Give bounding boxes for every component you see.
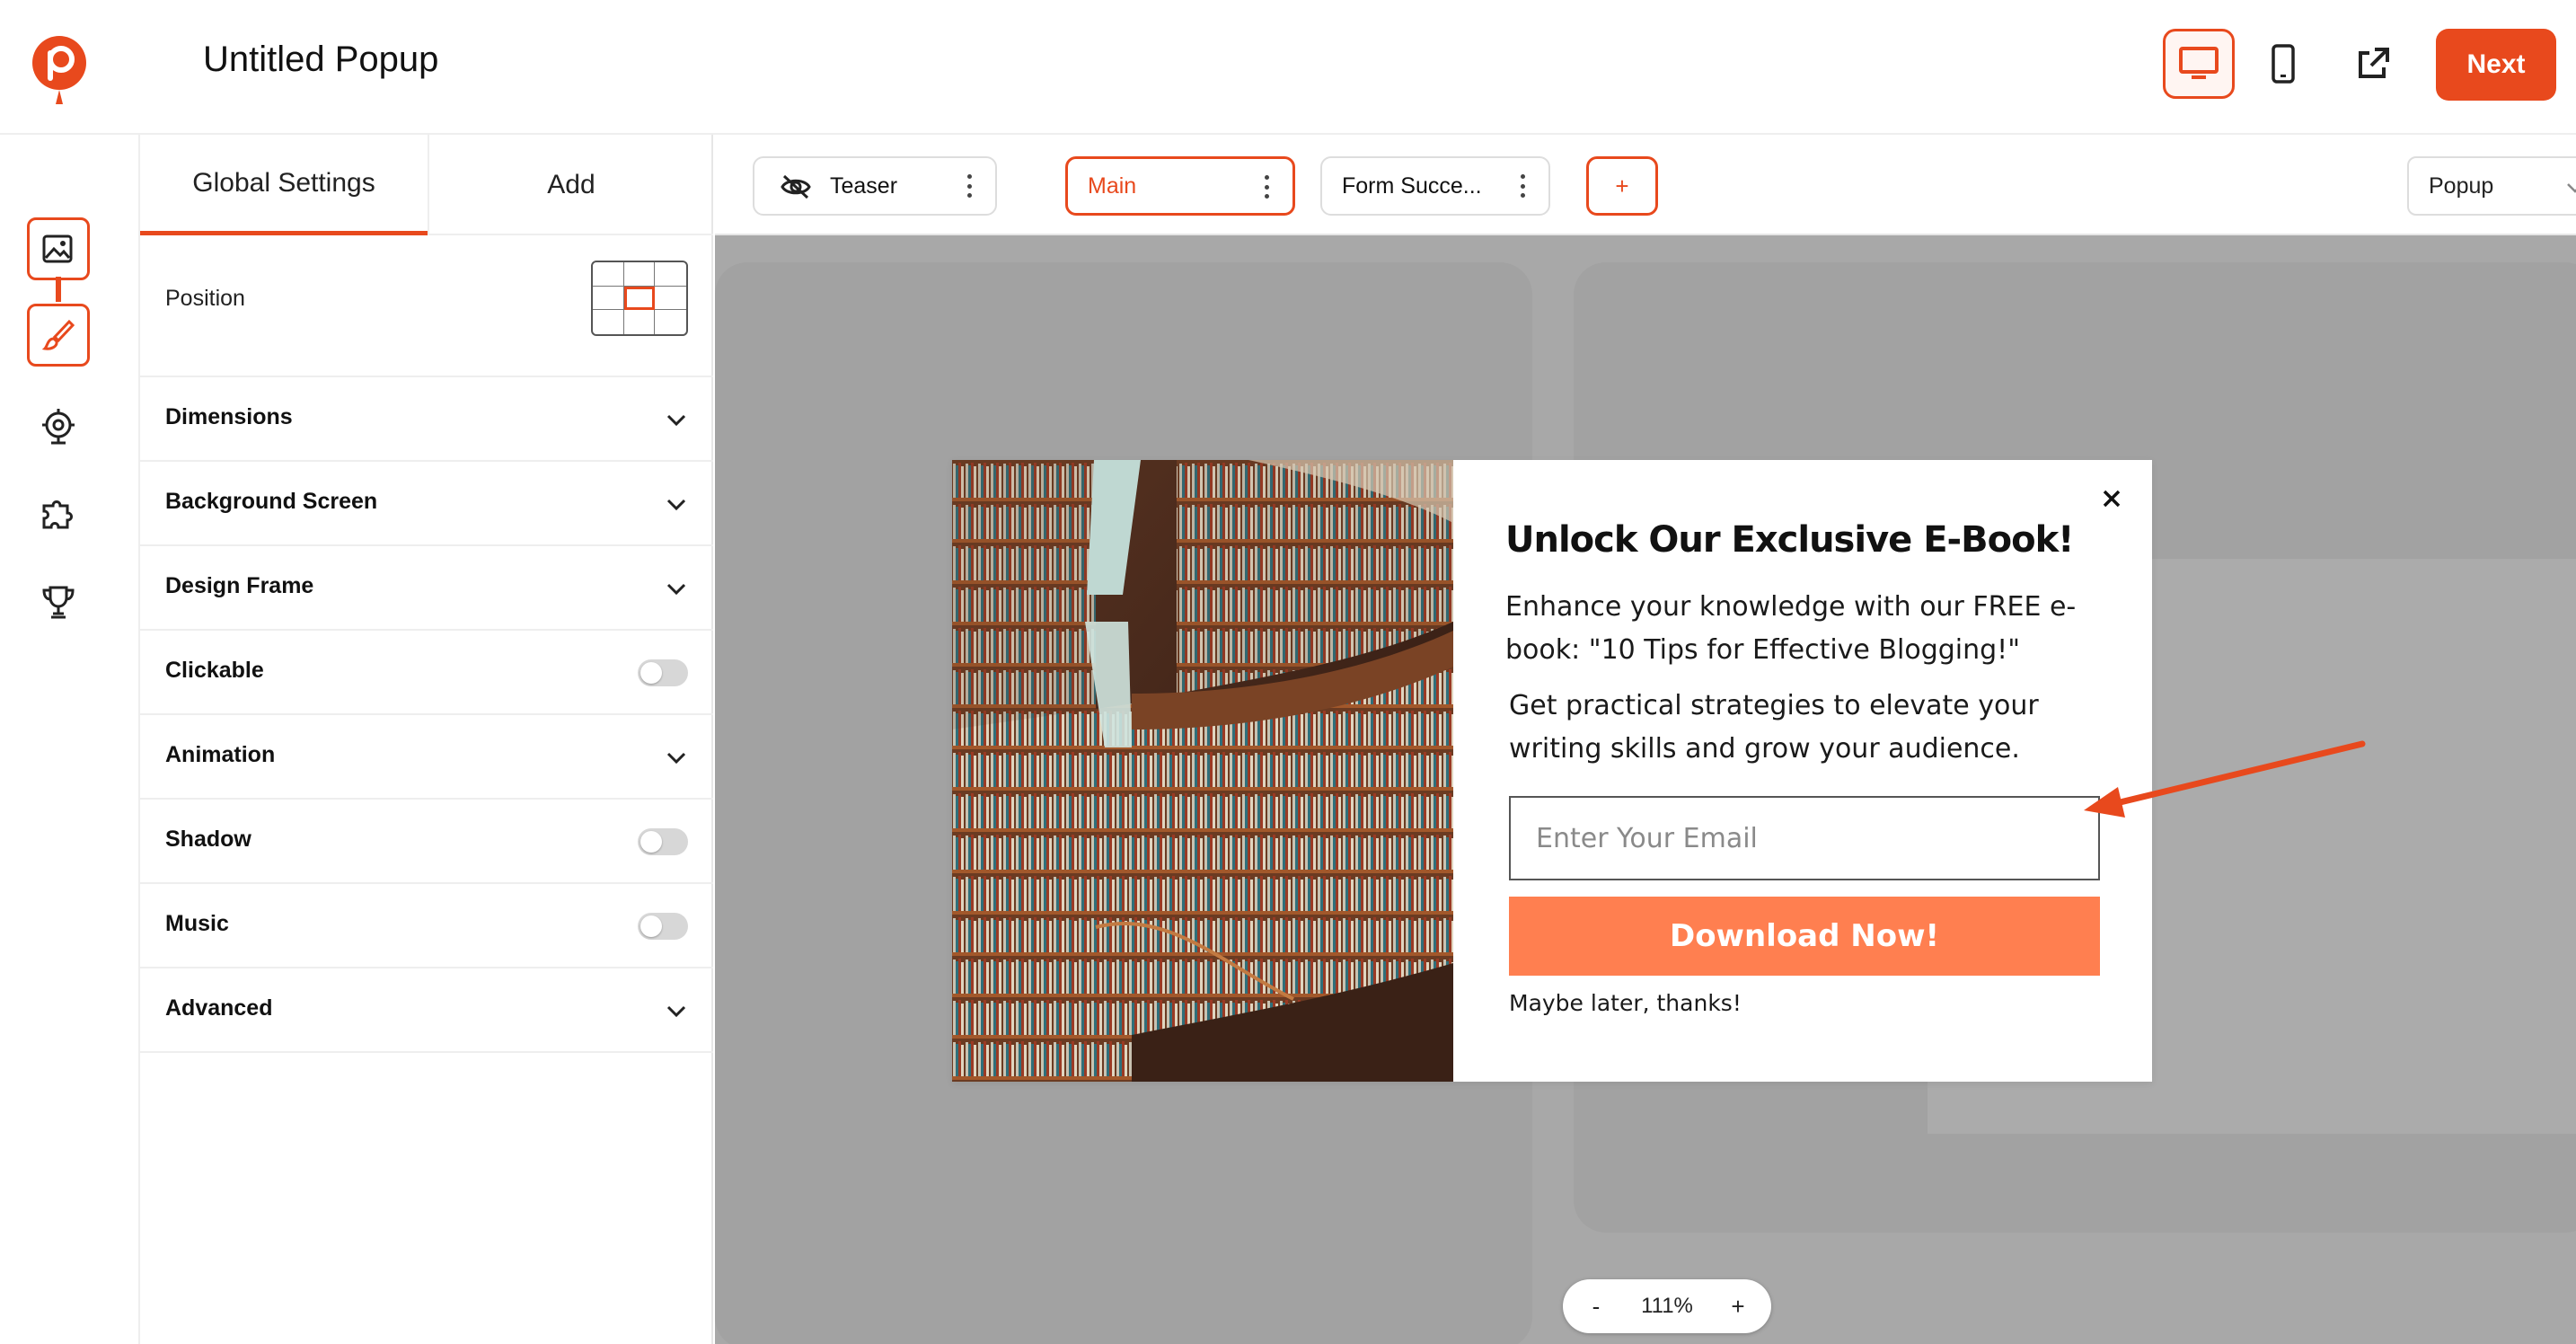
chevron-down-icon [666, 752, 686, 765]
desktop-view-button[interactable] [2163, 29, 2235, 99]
position-cell[interactable] [655, 310, 686, 334]
step-tab-teaser[interactable]: Teaser [753, 156, 997, 216]
popup-preview[interactable]: Unlock Our Exclusive E-Book! Enhance you… [952, 460, 2152, 1082]
position-cell-selected[interactable] [623, 286, 656, 311]
position-cell[interactable] [623, 262, 656, 287]
design-frame-row[interactable]: Design Frame [140, 546, 713, 631]
dimensions-label: Dimensions [165, 404, 293, 429]
external-link-icon [2359, 48, 2389, 78]
chevron-down-icon [2567, 183, 2576, 193]
advanced-label: Advanced [165, 995, 273, 1021]
chevron-down-icon [666, 583, 686, 596]
add-step-button[interactable]: + [1586, 156, 1658, 216]
step-tab-label: Main [1088, 172, 1137, 199]
clickable-row: Clickable [140, 631, 713, 715]
trophy-icon [42, 586, 75, 619]
zoom-control: - 111% + [1563, 1279, 1771, 1333]
popup-image[interactable] [952, 460, 1453, 1082]
tab-global-settings[interactable]: Global Settings [140, 135, 428, 235]
background-screen-label: Background Screen [165, 489, 378, 514]
animation-label: Animation [165, 742, 276, 767]
panel-tabs: Global Settings Add [140, 135, 713, 235]
eye-off-icon [781, 174, 811, 199]
rail-style-button[interactable] [27, 304, 90, 367]
popup-title: Unlock Our Exclusive E-Book! [1505, 519, 2074, 561]
maybe-later-link[interactable]: Maybe later, thanks! [1509, 990, 1742, 1016]
background-screen-row[interactable]: Background Screen [140, 462, 713, 546]
step-tabs-bar: Teaser Main Form Succe... + Popup [715, 135, 2576, 235]
position-grid[interactable] [591, 261, 688, 336]
position-cell[interactable] [624, 310, 656, 334]
position-label: Position [165, 286, 245, 311]
desktop-view-icon [2179, 47, 2219, 79]
image-icon [42, 234, 73, 263]
shadow-row: Shadow [140, 800, 713, 884]
popup-type-select[interactable]: Popup [2407, 156, 2576, 216]
tab-add[interactable]: Add [428, 135, 713, 235]
position-cell[interactable] [655, 262, 686, 287]
chevron-down-icon [666, 1005, 686, 1018]
clickable-toggle[interactable] [638, 659, 688, 686]
position-cell[interactable] [655, 287, 686, 311]
position-cell[interactable] [593, 310, 624, 334]
chevron-down-icon [666, 414, 686, 427]
step-tab-label: Teaser [830, 172, 898, 199]
design-frame-label: Design Frame [165, 573, 314, 598]
advanced-row[interactable]: Advanced [140, 968, 713, 1053]
email-input[interactable] [1509, 796, 2100, 880]
next-button[interactable]: Next [2436, 29, 2556, 101]
preview-external-button[interactable] [2337, 29, 2409, 99]
rail-targeting-button[interactable] [27, 395, 90, 458]
shadow-label: Shadow [165, 827, 251, 852]
music-row: Music [140, 884, 713, 968]
zoom-in-button[interactable]: + [1716, 1279, 1760, 1333]
step-tab-main[interactable]: Main [1065, 156, 1295, 216]
more-options-icon[interactable] [1264, 175, 1269, 199]
rail-design-button[interactable] [27, 217, 90, 280]
top-bar: Untitled Popup Next [0, 0, 2576, 135]
library-bookshelves-image [952, 460, 1453, 1082]
animation-row[interactable]: Animation [140, 715, 713, 800]
zoom-level: 111% [1641, 1294, 1693, 1318]
position-cell[interactable] [593, 286, 624, 311]
shadow-toggle[interactable] [638, 828, 688, 855]
chevron-down-icon [666, 499, 686, 511]
rail-connector [56, 277, 61, 302]
close-button[interactable] [2096, 483, 2127, 514]
step-tab-label: Form Succe... [1342, 172, 1482, 199]
popup-subtext: Get practical strategies to elevate your… [1509, 690, 2039, 765]
zoom-out-button[interactable]: - [1574, 1279, 1619, 1333]
app-logo-icon[interactable] [27, 32, 92, 108]
music-toggle[interactable] [638, 913, 688, 940]
popup-type-value: Popup [2429, 172, 2494, 199]
download-now-button[interactable]: Download Now! [1509, 897, 2100, 976]
rail-integrations-button[interactable] [27, 483, 90, 546]
target-icon [42, 409, 75, 445]
tool-rail [0, 135, 140, 1344]
clickable-label: Clickable [165, 658, 264, 683]
step-tab-form-success[interactable]: Form Succe... [1320, 156, 1550, 216]
rail-goals-button[interactable] [27, 571, 90, 634]
page-title[interactable]: Untitled Popup [203, 40, 438, 80]
brush-icon [41, 319, 75, 350]
mobile-view-icon [2272, 44, 2295, 84]
dimensions-row[interactable]: Dimensions [140, 377, 713, 462]
popup-description: Enhance your knowledge with our FREE e-b… [1505, 591, 2077, 666]
more-options-icon[interactable] [1520, 174, 1525, 198]
position-cell[interactable] [593, 262, 624, 287]
annotation-arrow-icon [2084, 740, 2366, 818]
puzzle-icon [42, 500, 73, 529]
music-label: Music [165, 911, 229, 936]
mobile-view-button[interactable] [2247, 29, 2319, 99]
close-icon [2103, 490, 2121, 508]
more-options-icon[interactable] [966, 174, 972, 198]
